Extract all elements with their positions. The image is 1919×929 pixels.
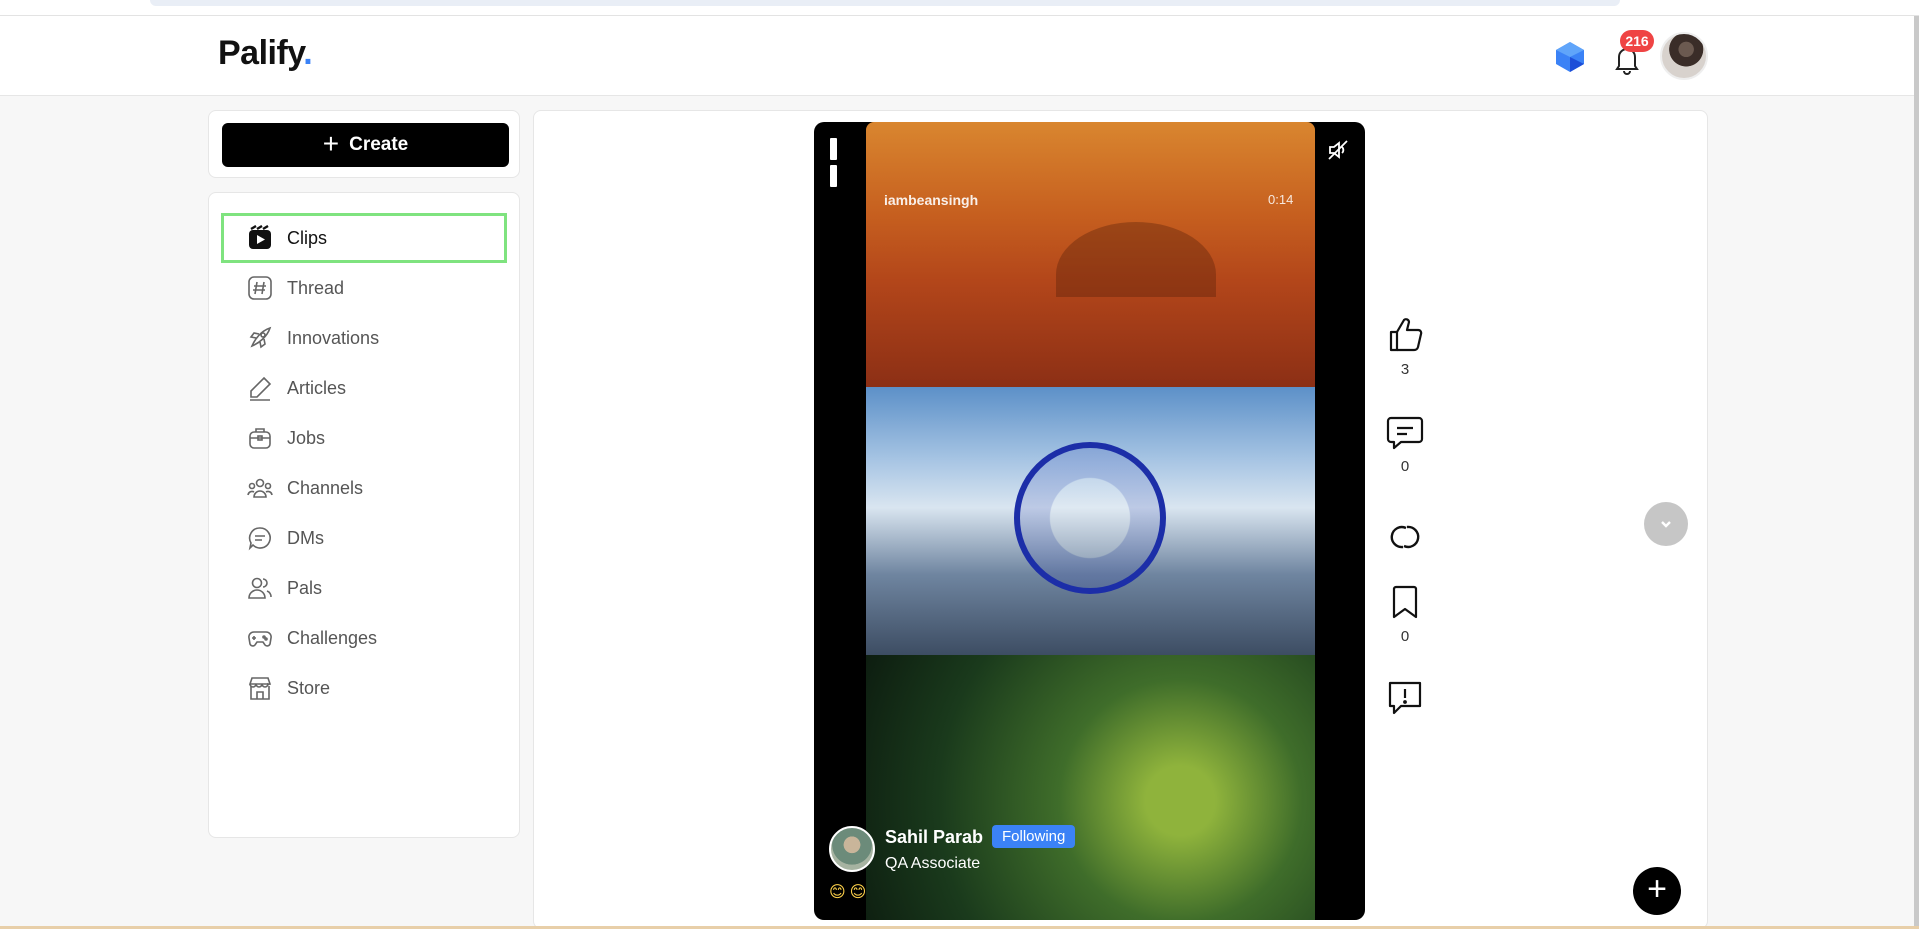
mute-icon[interactable]	[1326, 138, 1350, 162]
comment-count: 0	[1400, 458, 1410, 475]
thumbs-up-icon	[1389, 318, 1423, 352]
gamepad-icon	[248, 631, 272, 647]
monument-silhouette	[1056, 222, 1216, 297]
plus-icon: +	[322, 127, 340, 159]
logo-text: Palify	[218, 34, 304, 72]
add-clip-fab[interactable]: +	[1633, 867, 1681, 915]
browser-chrome-strip	[0, 0, 1919, 16]
create-label: Create	[349, 134, 409, 155]
author-role: QA Associate	[885, 855, 981, 872]
share-action[interactable]	[1380, 517, 1430, 557]
sidebar-item-articles[interactable]: Articles	[221, 363, 507, 413]
link-rings-icon	[1390, 525, 1420, 549]
sidebar-item-challenges[interactable]: Challenges	[221, 613, 507, 663]
clip-emojis: 😊😊	[829, 884, 871, 901]
user-avatar[interactable]	[1660, 32, 1708, 80]
sidebar-item-label: Challenges	[287, 627, 378, 648]
report-action[interactable]	[1380, 678, 1430, 718]
comment-icon	[1386, 416, 1424, 450]
top-header: Palify. 216	[0, 16, 1914, 96]
pause-icon[interactable]	[830, 138, 850, 187]
clip-duration: 0:14	[1268, 192, 1294, 207]
palify-logo[interactable]: Palify.	[218, 34, 313, 73]
address-bar-edge	[150, 0, 1620, 6]
store-icon	[248, 677, 272, 700]
sidebar-item-jobs[interactable]: Jobs	[221, 413, 507, 463]
gem-icon[interactable]	[1553, 40, 1587, 74]
logo-dot: .	[303, 34, 313, 72]
like-count: 3	[1400, 361, 1410, 378]
clip-uploader-handle: iambeansingh	[884, 192, 979, 208]
hashtag-icon	[248, 276, 272, 300]
sidebar-item-store[interactable]: Store	[221, 663, 507, 713]
sidebar-item-label: Channels	[287, 477, 364, 498]
create-button[interactable]: + Create	[222, 123, 509, 167]
sidebar-item-label: Thread	[287, 277, 345, 298]
author-avatar[interactable]	[829, 826, 875, 872]
sidebar-item-label: Innovations	[287, 327, 380, 348]
video-frame-forest	[866, 655, 1315, 920]
chakra-wheel-overlay	[1014, 442, 1166, 594]
sidebar-item-pals[interactable]: Pals	[221, 563, 507, 613]
create-card: + Create	[208, 110, 520, 178]
next-clip-button[interactable]	[1644, 502, 1688, 546]
sidebar-item-label: Store	[287, 677, 331, 698]
chevron-down-icon	[1661, 521, 1671, 528]
chat-icon	[248, 527, 271, 551]
people-icon	[248, 577, 272, 599]
author-name[interactable]: Sahil Parab	[885, 827, 983, 848]
sidebar-item-dms[interactable]: DMs	[221, 513, 507, 563]
like-action[interactable]: 3	[1380, 315, 1430, 378]
sidebar-item-label: Pals	[287, 577, 323, 598]
video-frame-sunset	[866, 122, 1315, 387]
briefcase-icon	[249, 428, 271, 449]
clip-video-player[interactable]: iambeansingh 0:14 Sahil Parab Following …	[814, 122, 1365, 920]
bookmark-icon	[1392, 585, 1418, 619]
sidebar-item-label: DMs	[287, 527, 324, 548]
sidebar-item-label: Clips	[287, 227, 328, 248]
notification-count-badge: 216	[1620, 30, 1654, 52]
sidebar-item-channels[interactable]: Channels	[221, 463, 507, 513]
rocket-icon	[249, 326, 272, 349]
following-button[interactable]: Following	[992, 825, 1076, 848]
comment-action[interactable]: 0	[1380, 412, 1430, 475]
page-scrollbar[interactable]	[1914, 16, 1919, 929]
report-icon	[1388, 681, 1422, 715]
sidebar-item-clips[interactable]: Clips	[221, 213, 507, 263]
sidebar-nav: Clips Thread Innovations Articles Jobs C…	[208, 192, 520, 838]
save-action[interactable]: 0	[1380, 582, 1430, 645]
sidebar-item-thread[interactable]: Thread	[221, 263, 507, 313]
save-count: 0	[1400, 628, 1410, 645]
sidebar-item-label: Jobs	[287, 427, 326, 448]
sidebar-item-innovations[interactable]: Innovations	[221, 313, 507, 363]
group-icon	[247, 478, 273, 498]
clips-icon	[249, 225, 271, 249]
pen-icon	[250, 376, 272, 401]
sidebar-item-label: Articles	[287, 377, 347, 398]
